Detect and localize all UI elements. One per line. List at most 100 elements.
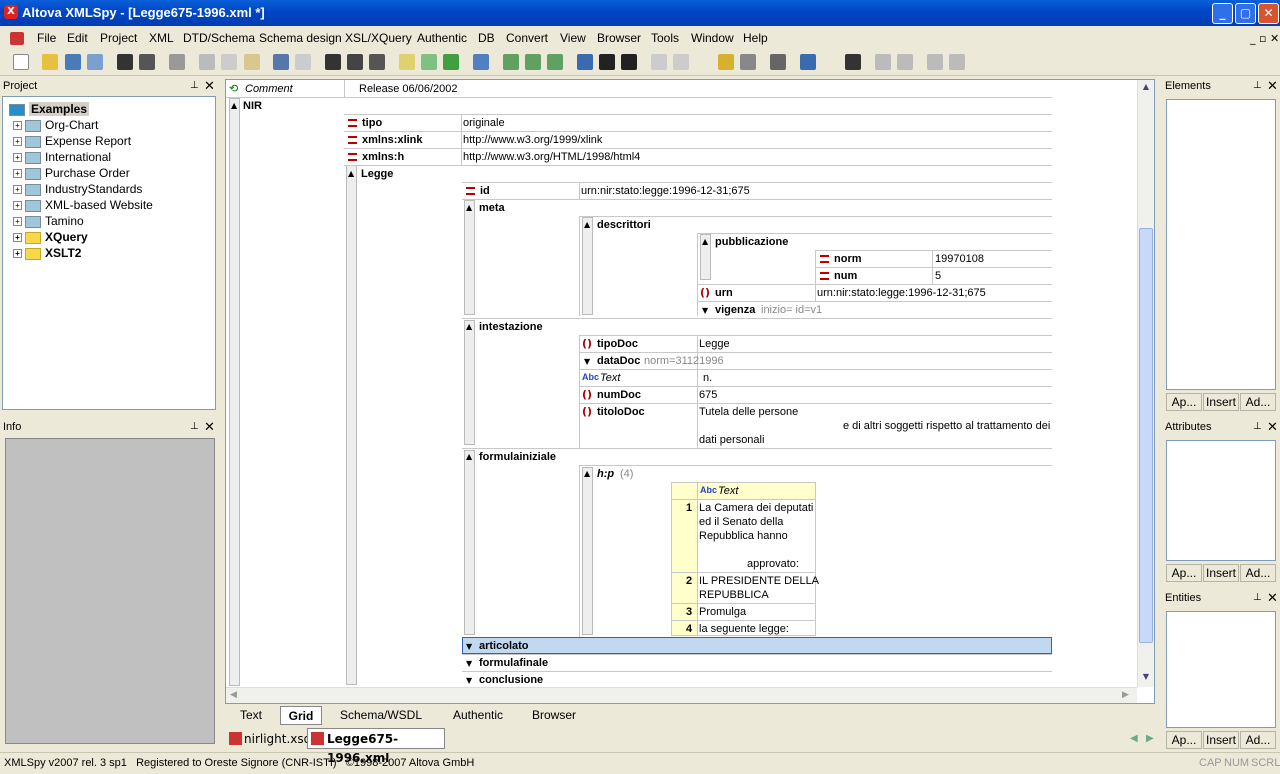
- formulafinale-element[interactable]: formulafinale: [479, 657, 548, 669]
- table-cell[interactable]: ed il Senato della: [699, 516, 783, 528]
- add-element-icon[interactable]: [718, 54, 734, 70]
- menu-tools[interactable]: Tools: [651, 31, 679, 45]
- table-col-icon[interactable]: [949, 54, 965, 70]
- next-tab-icon[interactable]: ▶: [1146, 733, 1154, 744]
- menu-help[interactable]: Help: [743, 31, 768, 45]
- append-entity-button[interactable]: Ap...: [1166, 731, 1202, 749]
- legge-element[interactable]: Legge: [361, 168, 393, 180]
- expand-icon[interactable]: ▲: [348, 169, 354, 178]
- scroll-thumb[interactable]: [1139, 228, 1153, 643]
- validate-icon[interactable]: [421, 54, 437, 70]
- disabled-tool-icon[interactable]: [651, 54, 667, 70]
- close-icon[interactable]: ✕: [1267, 78, 1278, 94]
- tree-item[interactable]: + International: [13, 150, 111, 166]
- attr-xh-value[interactable]: http://www.w3.org/HTML/1998/html4: [463, 151, 640, 163]
- spellcheck-icon[interactable]: [473, 54, 489, 70]
- meta-element[interactable]: meta: [479, 202, 505, 214]
- tab-text[interactable]: Text: [228, 706, 274, 725]
- doc-tab-nirlight[interactable]: nirlight.xsd: [226, 729, 311, 749]
- text-view-icon[interactable]: [599, 54, 615, 70]
- print-icon[interactable]: [169, 54, 185, 70]
- table-cell[interactable]: REPUBBLICA: [699, 589, 769, 601]
- text-node-value[interactable]: n.: [703, 372, 712, 384]
- menu-authentic[interactable]: Authentic: [417, 31, 467, 45]
- nir-collapse-bar[interactable]: [229, 98, 240, 686]
- menu-edit[interactable]: Edit: [67, 31, 88, 45]
- add-entity-button[interactable]: Ad...: [1240, 731, 1276, 749]
- save-all-icon[interactable]: [139, 54, 155, 70]
- table-cell[interactable]: Repubblica hanno: [699, 530, 788, 542]
- insert-element-button[interactable]: Insert: [1203, 393, 1239, 411]
- table-insert-icon[interactable]: [875, 54, 891, 70]
- expand-icon[interactable]: ▲: [702, 237, 708, 246]
- urn-element[interactable]: urn: [715, 287, 733, 299]
- refresh-icon[interactable]: [443, 54, 459, 70]
- table-cell[interactable]: IL PRESIDENTE DELLA: [699, 575, 819, 587]
- prev-tab-icon[interactable]: ◀: [1130, 733, 1138, 744]
- menu-window[interactable]: Window: [691, 31, 734, 45]
- tree-item[interactable]: + XSLT2: [13, 246, 81, 262]
- insert-entity-button[interactable]: Insert: [1203, 731, 1239, 749]
- menu-xml[interactable]: XML: [149, 31, 174, 45]
- titolodoc-line2[interactable]: e di altri soggetti rispetto al trattame…: [843, 420, 1050, 432]
- urn-value[interactable]: urn:nir:stato:legge:1996-12-31;675: [817, 287, 986, 299]
- doc-tab-legge[interactable]: Legge675-1996.xml: [307, 728, 445, 765]
- pin-icon[interactable]: ⊥: [1253, 421, 1262, 432]
- formulainiziale-element[interactable]: formulainiziale: [479, 451, 556, 463]
- pin-icon[interactable]: ⊥: [1253, 80, 1262, 91]
- horizontal-scrollbar[interactable]: ◀ ▶: [226, 687, 1137, 703]
- numdoc-element[interactable]: numDoc: [597, 389, 641, 401]
- elements-list[interactable]: [1166, 99, 1276, 390]
- comment-value[interactable]: Release 06/06/2002: [359, 83, 457, 95]
- grid-view-icon[interactable]: [577, 54, 593, 70]
- titolodoc-line3[interactable]: dati personali: [699, 434, 764, 446]
- formula-collapse-bar[interactable]: [464, 450, 475, 635]
- titolodoc-line1[interactable]: Tutela delle persone: [699, 406, 798, 418]
- find-icon[interactable]: [325, 54, 341, 70]
- datadoc-element[interactable]: dataDoc: [597, 355, 640, 367]
- titolodoc-element[interactable]: titoloDoc: [597, 406, 645, 418]
- redo-icon[interactable]: [295, 54, 311, 70]
- descrittori-element[interactable]: descrittori: [597, 219, 651, 231]
- close-icon[interactable]: ✕: [1267, 419, 1278, 435]
- minimize-button[interactable]: _: [1212, 3, 1233, 24]
- descrittori-collapse-bar[interactable]: [582, 217, 593, 315]
- add-child-element-button[interactable]: Ad...: [1240, 393, 1276, 411]
- table-icon[interactable]: [845, 54, 861, 70]
- menu-dtd-schema[interactable]: DTD/Schema: [183, 31, 255, 45]
- close-icon[interactable]: ✕: [204, 78, 215, 94]
- articolato-row[interactable]: [462, 637, 1052, 654]
- undo-icon[interactable]: [273, 54, 289, 70]
- new-icon[interactable]: [13, 54, 29, 70]
- menu-browser[interactable]: Browser: [597, 31, 641, 45]
- menu-view[interactable]: View: [560, 31, 586, 45]
- copy-icon[interactable]: [221, 54, 237, 70]
- open-url-icon[interactable]: [65, 54, 81, 70]
- collapse-icon[interactable]: ▼: [584, 357, 590, 366]
- hp-collapse-bar[interactable]: [582, 467, 593, 635]
- attr-num-value[interactable]: 5: [935, 270, 941, 282]
- tab-schema-wsdl[interactable]: Schema/WSDL: [330, 706, 432, 725]
- pubblicazione-element[interactable]: pubblicazione: [715, 236, 788, 248]
- nir-element[interactable]: NIR: [243, 100, 262, 112]
- expand-icon[interactable]: ▲: [584, 469, 590, 478]
- collapse-icon[interactable]: ▼: [466, 659, 472, 668]
- attr-xlink-value[interactable]: http://www.w3.org/1999/xlink: [463, 134, 602, 146]
- table-cell[interactable]: Promulga: [699, 606, 746, 618]
- table-cell[interactable]: la seguente legge:: [699, 623, 789, 635]
- find-next-icon[interactable]: [347, 54, 363, 70]
- xquery-icon[interactable]: [547, 54, 563, 70]
- paste-icon[interactable]: [244, 54, 260, 70]
- attributes-list[interactable]: [1166, 440, 1276, 561]
- width-icon[interactable]: [740, 54, 756, 70]
- pin-icon[interactable]: ⊥: [190, 421, 199, 432]
- collapse-icon[interactable]: ▼: [466, 642, 472, 651]
- attr-xmlns-xlink[interactable]: xmlns:xlink: [362, 134, 423, 146]
- tree-item[interactable]: + XML-based Website: [13, 198, 153, 214]
- attr-tipo-value[interactable]: originale: [463, 117, 505, 129]
- scroll-left-icon[interactable]: ◀: [230, 690, 237, 700]
- attr-xmlns-h[interactable]: xmlns:h: [362, 151, 404, 163]
- tab-grid[interactable]: Grid: [280, 706, 322, 725]
- collapse-icon[interactable]: ▼: [466, 676, 472, 685]
- menu-schema-design[interactable]: Schema design: [259, 31, 342, 45]
